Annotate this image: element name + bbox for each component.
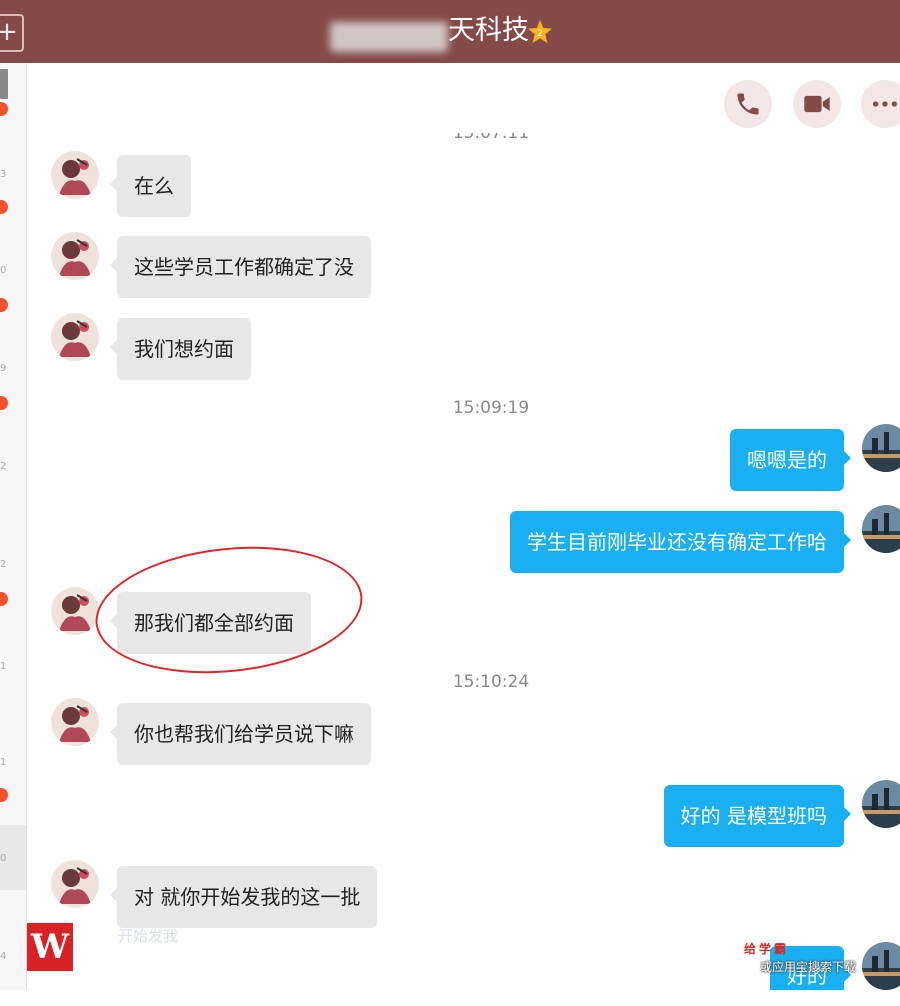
chat-title: 天科技 [448, 15, 529, 46]
list-scroll-handle[interactable] [0, 69, 8, 99]
contact-avatar[interactable] [51, 698, 99, 746]
list-item-digit: 2 [0, 461, 7, 472]
message-bubble-incoming[interactable]: 对 就你开始发我的这一批 [109, 866, 378, 928]
list-item-digit: 9 [0, 363, 7, 374]
add-button[interactable]: + [0, 14, 24, 52]
list-item-digit: 0 [0, 853, 7, 864]
annotation-circle [89, 534, 369, 686]
star-badge-icon: 2 [528, 20, 552, 43]
message-bubble-outgoing[interactable]: 好的 是模型班吗 [663, 785, 852, 847]
list-item-digit: 1 [0, 757, 7, 768]
message-bubble-incoming[interactable]: 我们想约面 [110, 318, 251, 380]
contact-avatar[interactable] [51, 151, 99, 199]
more-options-button[interactable] [861, 80, 900, 128]
list-item-digit: 3 [0, 169, 7, 180]
my-avatar[interactable] [862, 780, 900, 828]
watermark-brand: 给学霸 [744, 942, 790, 956]
my-avatar[interactable] [862, 424, 900, 472]
my-avatar[interactable] [862, 942, 900, 990]
watermark-subtext: 或应用宝搜索下载 [760, 960, 857, 974]
more-icon [872, 101, 898, 107]
message-bubble-incoming[interactable]: 这些学员工作都确定了没 [110, 236, 371, 298]
video-call-button[interactable] [793, 80, 841, 128]
message-bubble-outgoing[interactable]: 学生目前刚毕业还没有确定工作哈 [510, 511, 851, 573]
message-bubble-incoming[interactable]: 你也帮我们给学员说下嘛 [110, 703, 371, 765]
title-bar: + 天科技 2 [0, 0, 900, 63]
contact-avatar[interactable] [51, 860, 99, 908]
timestamp: 15:09:19 [452, 398, 530, 418]
watermark-logo: W [27, 923, 73, 971]
contact-avatar[interactable] [51, 587, 99, 635]
voice-call-icon [737, 93, 759, 115]
list-item-digit: 1 [0, 661, 7, 672]
blurred-contact-name [330, 22, 448, 52]
contact-avatar[interactable] [51, 232, 99, 280]
list-item-digit: 0 [0, 265, 7, 276]
message-bubble-outgoing[interactable]: 嗯嗯是的 [730, 429, 851, 491]
list-item-digit: 2 [0, 559, 7, 570]
list-item-digit: 4 [0, 951, 7, 962]
video-call-icon [804, 95, 830, 113]
timestamp: 15:10:24 [452, 672, 530, 692]
message-bubble-incoming[interactable]: 在么 [110, 155, 191, 217]
watermark-text: 开始发我 [118, 927, 179, 945]
my-avatar[interactable] [862, 505, 900, 553]
contact-avatar[interactable] [51, 313, 99, 361]
voice-call-button[interactable] [724, 80, 772, 128]
svg-text:2: 2 [537, 29, 543, 39]
timestamp: 15:07:11 [452, 123, 530, 143]
